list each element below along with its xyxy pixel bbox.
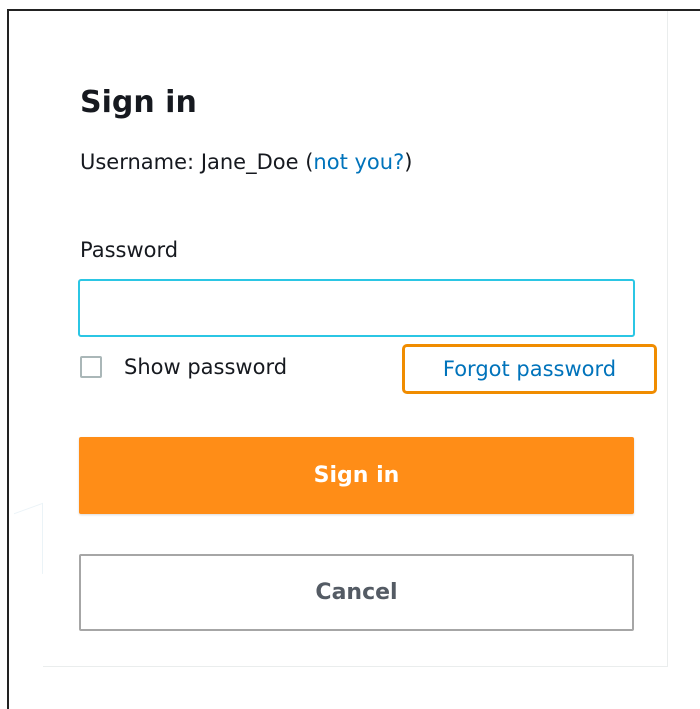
show-password-label[interactable]: Show password [124,353,287,381]
show-password-checkbox[interactable] [80,356,102,378]
username-prefix: Username: [80,150,201,174]
forgot-password-label[interactable]: Forgot password [443,357,616,381]
password-input[interactable] [78,279,635,337]
forgot-password-link[interactable]: Forgot password [402,344,657,394]
username-line: Username: Jane_Doe (not you?) [80,148,412,176]
page-title: Sign in [80,85,197,120]
username-open-paren: ( [298,150,314,174]
username-close-paren: ) [404,150,413,174]
username-value: Jane_Doe [200,150,299,174]
cancel-button[interactable]: Cancel [79,554,634,631]
password-label: Password [80,238,179,262]
signin-button[interactable]: Sign in [79,437,634,514]
not-you-link[interactable]: not you? [313,150,404,174]
show-password-row: Show password [80,352,287,382]
background-decoration [14,502,43,585]
